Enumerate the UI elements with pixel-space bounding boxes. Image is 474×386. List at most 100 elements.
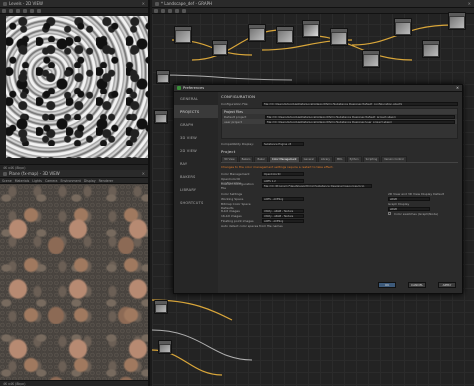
graph-display-select[interactable]: sRGB [388,206,430,211]
nav-3d-view[interactable]: 3D VIEW [174,131,218,144]
nav-projects[interactable]: PROJECTS [174,105,218,118]
color-swatches-checkbox[interactable] [388,212,391,215]
user-project-label: user project [224,119,242,124]
graph-node[interactable] [212,40,228,56]
project-tabs: 3D View Bakers Baker Color Management Ge… [221,156,458,163]
graph-node[interactable] [154,300,168,314]
tab-general[interactable]: General [300,156,317,162]
graph-node[interactable] [248,24,266,42]
menu-display[interactable]: Display [84,179,96,183]
view-display-select[interactable]: sRGB [388,196,430,201]
tab-bakers[interactable]: Bakers [238,156,254,162]
restart-note: Changes to the color management settings… [221,165,334,169]
toolbar-icon[interactable] [9,8,13,13]
menu-materials[interactable]: Materials [15,179,30,183]
graph-node[interactable] [154,110,168,124]
nav-ray[interactable]: RAY [174,157,218,170]
project-files-group: Project Files Default project file:///C:/… [221,108,458,139]
ocio-config-select[interactable]: ACES 1.2 [262,178,304,183]
cancel-button[interactable]: CANCEL [408,282,426,288]
3d-view-status: 4K x4K (8bpc) [3,381,26,386]
bit8-select[interactable]: Utility - sRGB - Texture [262,208,304,213]
close-icon[interactable]: ✕ [142,1,145,6]
bit8-label: 8-bit images [221,208,240,213]
tab-python[interactable]: Python [346,156,362,162]
close-icon[interactable]: ✕ [456,86,459,90]
nav-2d-view[interactable]: 2D VIEW [174,144,218,157]
view-icon [3,1,7,6]
preferences-nav: GENERAL PROJECTS GRAPH 3D VIEW 2D VIEW R… [174,92,218,293]
tab-library[interactable]: Library [317,156,333,162]
graph-node[interactable] [276,26,294,44]
dialog-title-bar: Preferences ✕ [174,85,462,92]
2d-view-status: 4K x4K (8bpc) [3,165,26,170]
nav-shortcuts[interactable]: SHORTCUTS [174,196,218,209]
menu-camera[interactable]: Camera [45,179,58,183]
tab-color-management[interactable]: Color Management [268,156,300,162]
nav-bakers[interactable]: BAKERS [174,170,218,183]
default-project-field[interactable]: file:///C:/Users/lutug/AppData/Local/All… [265,114,455,119]
graph-node[interactable] [422,40,440,58]
tab-mdl[interactable]: MDL [333,156,346,162]
color-mgmt-select[interactable]: OpenColorIO [262,171,304,176]
app-icon [177,86,181,90]
3d-view-title-bar: Plane (fx-map) - 3D VIEW ✕ [0,170,148,178]
tab-scripting[interactable]: Scripting [362,156,381,162]
working-space-label: Working Space [221,196,244,201]
toolbar-icon[interactable] [23,8,27,13]
working-space-select[interactable]: ACES - ACEScg [262,196,304,201]
toolbar-icon[interactable] [37,8,41,13]
color-settings-column: Color Settings Working Space ACES - ACESc… [221,191,388,228]
graph-display-heading: Graph Display [388,201,410,206]
tab-3d-view[interactable]: 3D View [221,156,238,162]
toolbar-icon[interactable] [16,8,20,13]
color-swatches-label: Color swatches (Graph/Node) [394,211,439,216]
color-mgmt-label: Color Management [221,171,250,176]
bit16-select[interactable]: Utility - sRGB - Texture [262,213,304,218]
3d-view-statusbar: 4K x4K (8bpc) [0,380,148,386]
user-project-field[interactable]: file:///C:/Users/lutug/AppData/Local/All… [265,119,455,124]
nav-library[interactable]: LIBRARY [174,183,218,196]
3d-view-viewport[interactable] [0,184,148,380]
view-display-heading: 2D View and 3D View Display Default [388,191,445,196]
dialog-title: Preferences [183,86,205,90]
close-icon[interactable]: ✕ [142,171,145,176]
graph-node[interactable] [302,20,320,38]
graph-node[interactable] [174,26,192,44]
graph-node[interactable] [158,340,172,354]
compat-label: Compatibility Display: [221,141,254,146]
menu-lights[interactable]: Lights [32,179,42,183]
float-select[interactable]: ACES - ACEScg [262,218,304,223]
auto-detect-label: Auto detect color spaces from file names [221,223,283,228]
menu-renderer[interactable]: Renderer [99,179,114,183]
menu-scene[interactable]: Scene [2,179,12,183]
view-icon [3,171,7,176]
toolbar-icon[interactable] [2,8,6,13]
graph-node[interactable] [448,12,466,30]
compat-select[interactable]: Substance Engine v5 [262,141,304,146]
tab-version-control[interactable]: Version Control [381,156,407,162]
3d-view-title: Plane (fx-map) - 3D VIEW [9,171,60,176]
graph-node[interactable] [330,28,348,46]
ok-button[interactable]: OK [378,282,396,288]
bit16-label: 16-bit images [221,213,242,218]
display-column: 2D View and 3D View Display Default sRGB… [388,191,458,228]
config-file-field[interactable]: file:///C:/Users/lutug/AppData/Local/All… [262,101,458,106]
menu-environment[interactable]: Environment [60,179,80,183]
tab-baker[interactable]: Baker [254,156,268,162]
custom-config-field[interactable]: file:///C:/Program Files/Allegorithmic/S… [262,183,372,188]
graph-node[interactable] [394,18,412,36]
nav-general[interactable]: GENERAL [174,92,218,105]
preferences-content: CONFIGURATION Configuration File: file://… [221,94,458,279]
2d-view-toolbar [0,8,148,14]
2d-view-title: Levels - 2D VIEW [9,1,43,6]
2d-view-title-bar: Levels - 2D VIEW ✕ [0,0,148,8]
toolbar-icon[interactable] [30,8,34,13]
graph-node[interactable] [362,50,380,68]
apply-button[interactable]: APPLY [438,282,456,288]
config-file-label: Configuration File: [221,101,249,106]
custom-config-label: Custom Configuration File [221,181,254,190]
2d-view-texture[interactable] [6,16,148,158]
graph-node[interactable] [156,70,170,84]
nav-graph[interactable]: GRAPH [174,118,218,131]
